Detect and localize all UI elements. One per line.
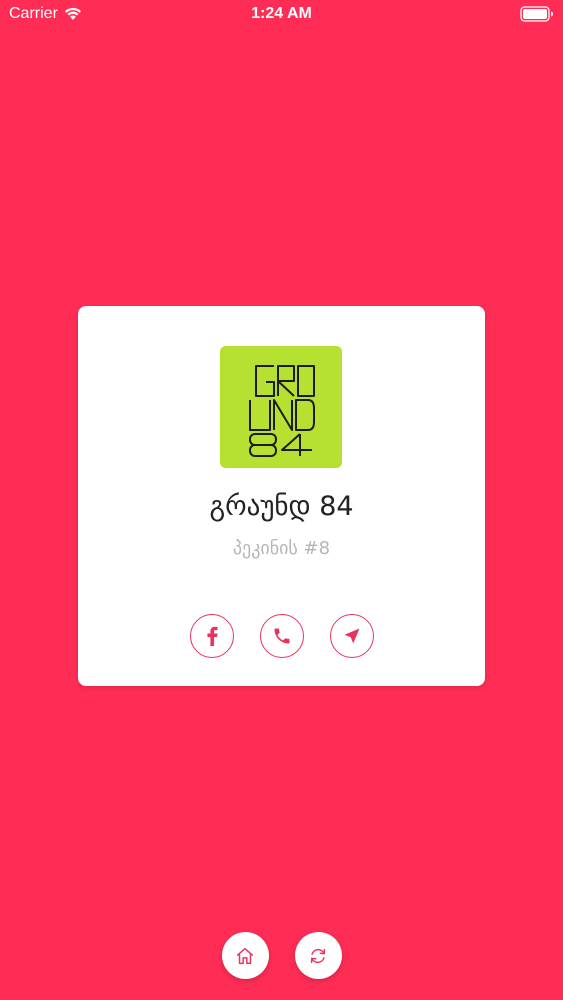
venue-card: გრაუნდ 84 პეკინის #8 xyxy=(78,306,485,686)
home-button[interactable] xyxy=(221,932,269,979)
navigation-button[interactable] xyxy=(329,614,374,658)
status-time: 1:24 AM xyxy=(251,5,312,22)
facebook-icon xyxy=(205,626,219,646)
venue-logo xyxy=(220,346,342,468)
status-bar: Carrier 1:24 AM xyxy=(0,0,563,30)
venue-name: გრაუნდ 84 xyxy=(209,491,354,522)
venue-address: პეკინის #8 xyxy=(232,538,331,559)
refresh-icon xyxy=(307,945,329,967)
refresh-button[interactable] xyxy=(294,932,342,979)
phone-icon xyxy=(272,626,292,646)
phone-button[interactable] xyxy=(259,614,304,658)
bottom-navigation xyxy=(0,932,563,979)
action-buttons xyxy=(78,614,485,658)
battery-icon xyxy=(520,6,554,22)
home-icon xyxy=(234,945,256,967)
facebook-button[interactable] xyxy=(189,614,234,658)
navigation-icon xyxy=(342,626,362,646)
